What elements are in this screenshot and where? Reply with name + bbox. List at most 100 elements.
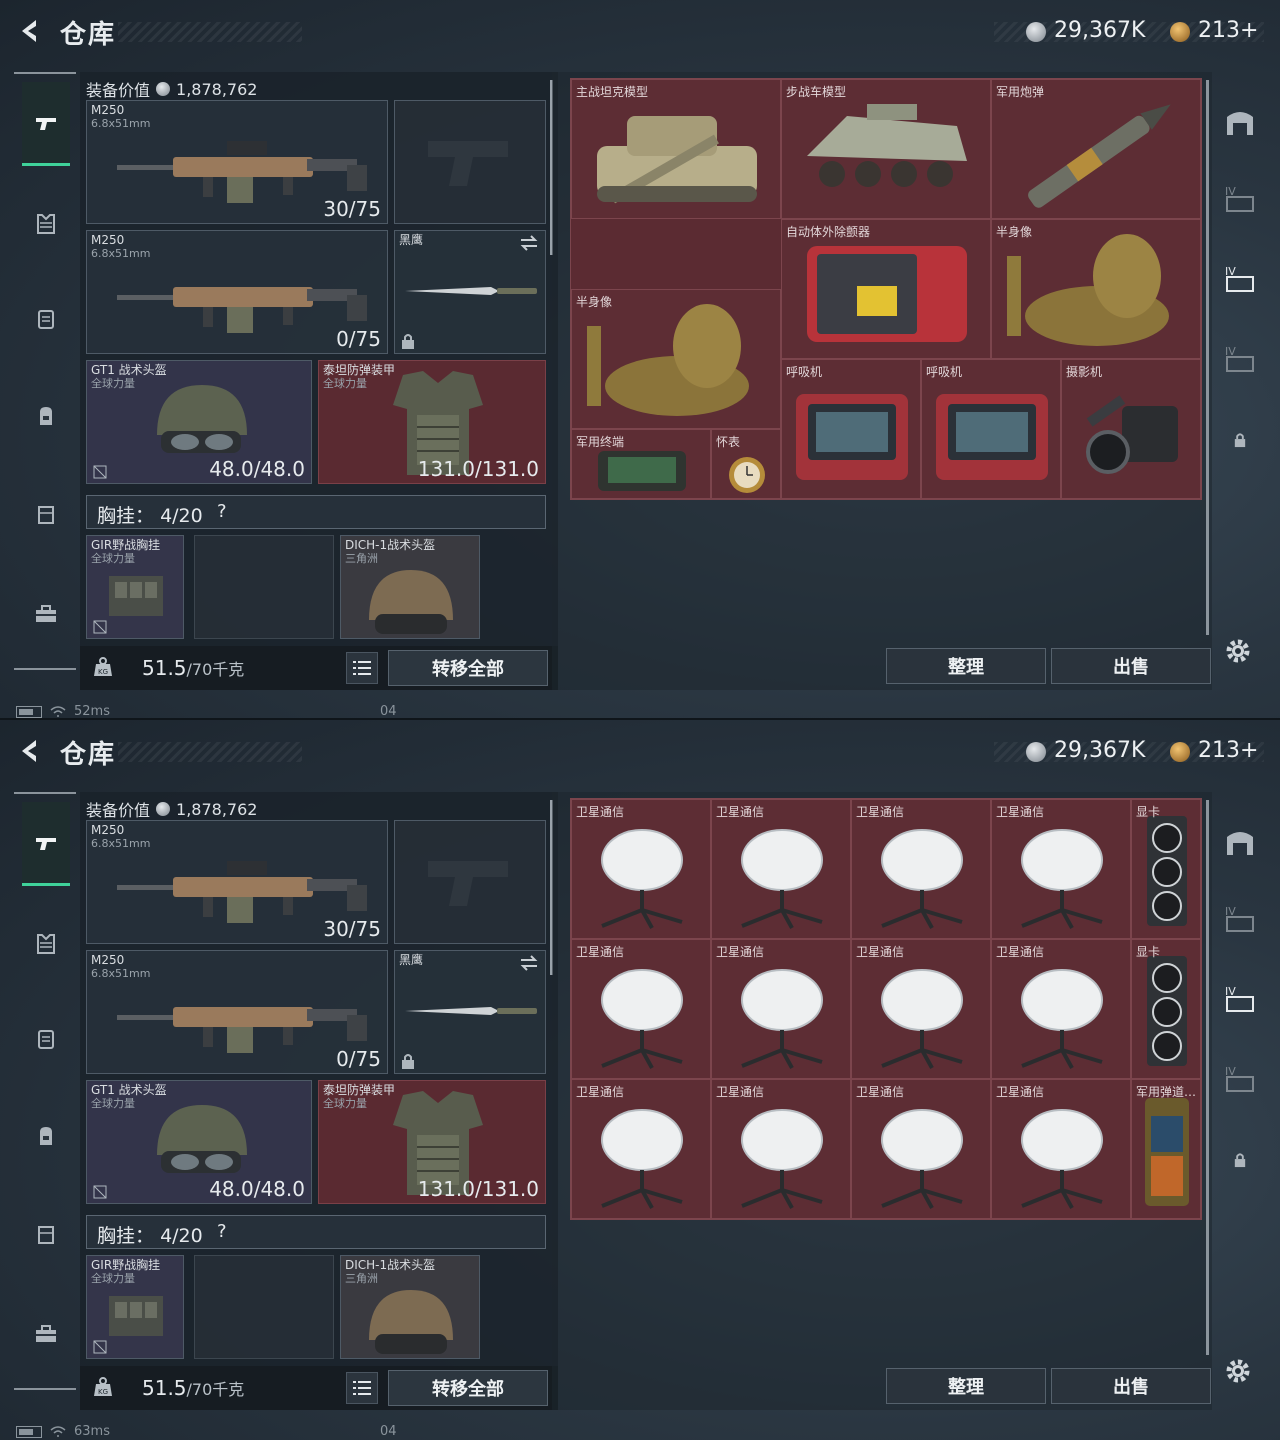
storage-item[interactable]: 卫星通信 <box>851 1079 991 1219</box>
sell-button[interactable]: 出售 <box>1051 1368 1211 1404</box>
sidearm-slot-empty[interactable] <box>394 100 546 224</box>
rail-tab-weapons[interactable] <box>22 802 70 886</box>
armor-slot[interactable]: 泰坦防弹装甲 全球力量 131.0/131.0 <box>318 360 546 484</box>
rail-tab-armor[interactable] <box>22 182 70 266</box>
swap-icon[interactable] <box>519 955 539 971</box>
silver-balance[interactable]: 29,367K <box>1054 738 1145 763</box>
storage-tab-safe[interactable] <box>1220 80 1260 164</box>
sort-button[interactable]: 整理 <box>886 648 1046 684</box>
armor-icon <box>37 214 55 234</box>
rail-tab-case[interactable] <box>22 1192 70 1276</box>
list-icon <box>353 661 371 675</box>
storage-tab-floor-4[interactable]: IV <box>1220 156 1260 240</box>
list-view-button[interactable] <box>346 652 378 684</box>
rail-tab-backpack[interactable] <box>22 374 70 458</box>
storage-item[interactable]: 怀表 <box>711 429 781 499</box>
storage-item[interactable]: 显卡 <box>1131 799 1201 939</box>
help-button[interactable]: ? <box>217 1221 227 1242</box>
storage-tab-floor-4-active[interactable]: IV <box>1220 956 1260 1040</box>
rail-divider <box>14 792 76 794</box>
storage-item[interactable]: 卫星通信 <box>851 799 991 939</box>
carry-weight-max: /70千克 <box>186 660 245 679</box>
storage-item[interactable]: 卫星通信 <box>711 1079 851 1219</box>
primary-weapon-slot[interactable]: M250 6.8x51mm 30/75 <box>86 100 388 224</box>
gear-icon[interactable] <box>1222 1355 1254 1387</box>
knife-icon <box>405 1007 537 1015</box>
storage-item[interactable]: 步战车模型 <box>781 79 991 219</box>
transfer-all-button[interactable]: 转移全部 <box>388 1370 548 1406</box>
rig-item-slot[interactable]: GIR野战胸挂 全球力量 <box>86 1255 184 1359</box>
storage-item[interactable]: 卫星通信 <box>851 939 991 1079</box>
storage-scrollbar[interactable] <box>1206 800 1209 1355</box>
transfer-all-button[interactable]: 转移全部 <box>388 650 548 686</box>
storage-item[interactable]: 卫星通信 <box>711 939 851 1079</box>
back-icon[interactable] <box>14 16 44 46</box>
storage-item-label: 军用炮弹 <box>996 85 1045 99</box>
storage-item[interactable]: 呼吸机 <box>921 359 1061 499</box>
rig-item-slot[interactable]: GIR野战胸挂 全球力量 <box>86 535 184 639</box>
gear-icon[interactable] <box>1222 635 1254 667</box>
armor-slot[interactable]: 泰坦防弹装甲 全球力量 131.0/131.0 <box>318 1080 546 1204</box>
storage-item[interactable]: 卫星通信 <box>571 1079 711 1219</box>
defibrillator-icon <box>807 246 967 342</box>
equipment-value-label: 装备价值 <box>86 81 151 100</box>
equipment-value-amount: 1,878,762 <box>176 799 258 819</box>
storage-grid: 卫星通信 卫星通信 卫星通信 卫星通信 显卡 卫星通信 卫星通信 卫星通信 卫星… <box>570 798 1202 1220</box>
swap-icon[interactable] <box>519 235 539 251</box>
storage-tab-locked[interactable] <box>1220 398 1260 482</box>
backpack-item-slot[interactable]: DICH-1战术头盔 三角洲 <box>340 535 480 639</box>
storage-item[interactable]: 自动体外除颤器 <box>781 219 991 359</box>
sell-button[interactable]: 出售 <box>1051 648 1211 684</box>
help-button[interactable]: ? <box>217 501 227 522</box>
storage-item[interactable]: 军用炮弹 <box>991 79 1201 219</box>
storage-item[interactable]: 呼吸机 <box>781 359 921 499</box>
storage-scrollbar[interactable] <box>1206 80 1209 635</box>
storage-tab-locked[interactable] <box>1220 1118 1260 1202</box>
storage-item[interactable]: 主战坦克模型 <box>571 79 781 219</box>
rail-tab-case[interactable] <box>22 472 70 556</box>
rail-tab-backpack[interactable] <box>22 1094 70 1178</box>
storage-item[interactable]: 卫星通信 <box>571 939 711 1079</box>
storage-item[interactable]: 卫星通信 <box>991 1079 1131 1219</box>
secondary-weapon-slot[interactable]: M250 6.8x51mm 0/75 <box>86 950 388 1074</box>
helmet-slot[interactable]: GT1 战术头盔 全球力量 48.0/48.0 <box>86 360 312 484</box>
rail-tab-rig[interactable] <box>22 277 70 361</box>
storage-tab-floor-4b[interactable]: IV <box>1220 1036 1260 1120</box>
rail-tab-armor[interactable] <box>22 902 70 986</box>
storage-item[interactable]: 卫星通信 <box>571 799 711 939</box>
sidearm-slot-empty[interactable] <box>394 820 546 944</box>
rail-tab-toolbox[interactable] <box>22 1292 70 1376</box>
list-view-button[interactable] <box>346 1372 378 1404</box>
rail-tab-weapons[interactable] <box>22 82 70 166</box>
rail-tab-toolbox[interactable] <box>22 572 70 656</box>
back-icon[interactable] <box>14 736 44 766</box>
gold-balance[interactable]: 213+ <box>1198 738 1258 763</box>
storage-item[interactable]: 半身像 <box>571 289 781 429</box>
storage-item[interactable]: 显卡 <box>1131 939 1201 1079</box>
storage-tab-floor-4-active[interactable]: IV <box>1220 236 1260 320</box>
storage-tab-floor-4b[interactable]: IV <box>1220 316 1260 400</box>
rail-tab-rig[interactable] <box>22 997 70 1081</box>
primary-weapon-slot[interactable]: M250 6.8x51mm 30/75 <box>86 820 388 944</box>
melee-slot[interactable]: 黑鹰 <box>394 230 546 354</box>
helmet-slot[interactable]: GT1 战术头盔 全球力量 48.0/48.0 <box>86 1080 312 1204</box>
storage-item[interactable]: 军用终端 <box>571 429 711 499</box>
storage-item[interactable]: 卫星通信 <box>711 799 851 939</box>
melee-slot[interactable]: 黑鹰 <box>394 950 546 1074</box>
rig-empty-slot[interactable] <box>194 535 334 639</box>
backpack-item-slot[interactable]: DICH-1战术头盔 三角洲 <box>340 1255 480 1359</box>
storage-item[interactable]: 军用弹道… <box>1131 1079 1201 1219</box>
storage-item[interactable]: 卫星通信 <box>991 939 1131 1079</box>
storage-item[interactable]: 卫星通信 <box>991 799 1131 939</box>
storage-item[interactable]: 摄影机 <box>1061 359 1201 499</box>
silver-coin-icon <box>1026 742 1046 762</box>
storage-tab-safe[interactable] <box>1220 800 1260 884</box>
gold-balance[interactable]: 213+ <box>1198 18 1258 43</box>
weapon-ammo: 0/75 <box>336 327 381 351</box>
secondary-weapon-slot[interactable]: M250 6.8x51mm 0/75 <box>86 230 388 354</box>
sort-button[interactable]: 整理 <box>886 1368 1046 1404</box>
storage-tab-floor-4[interactable]: IV <box>1220 876 1260 960</box>
rig-empty-slot[interactable] <box>194 1255 334 1359</box>
storage-item[interactable]: 半身像 <box>991 219 1201 359</box>
silver-balance[interactable]: 29,367K <box>1054 18 1145 43</box>
